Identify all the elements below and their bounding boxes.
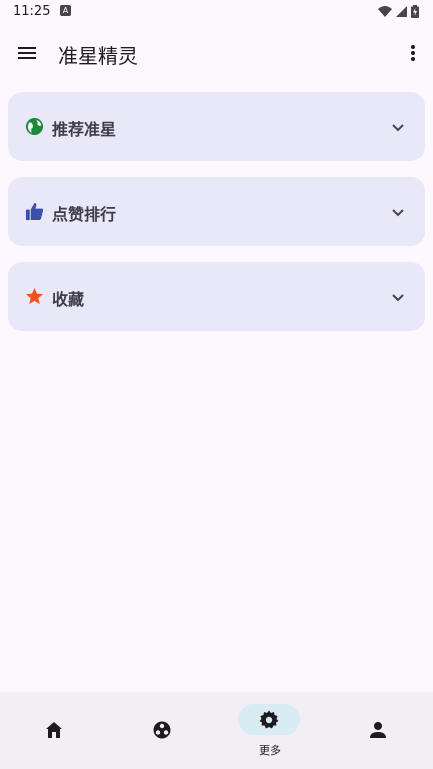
globe-icon [25,117,44,136]
thumb-up-icon [25,202,44,221]
notification-icon: A [60,5,71,16]
section-favorites[interactable]: 收藏 [8,262,425,331]
person-icon [370,722,386,738]
menu-icon[interactable] [16,42,38,64]
nav-active-indicator [238,704,300,735]
chevron-down-icon[interactable] [391,205,405,219]
crosshair-icon [153,721,171,739]
nav-item-crosshair[interactable] [108,692,216,769]
status-bar: 11:25 A [0,0,433,24]
bottom-nav: 更多 [0,692,433,769]
section-label: 推荐准星 [52,120,117,139]
battery-icon [411,5,419,18]
more-vert-icon[interactable] [409,42,417,64]
gear-icon [259,710,279,729]
chevron-down-icon[interactable] [391,120,405,134]
app-title: 准星精灵 [58,44,138,68]
nav-item-home[interactable] [0,692,108,769]
app-bar: 准星精灵 [0,28,433,80]
wifi-icon [378,6,392,17]
nav-item-more[interactable]: 更多 [216,692,324,769]
section-likes-ranking[interactable]: 点赞排行 [8,177,425,246]
signal-icon [396,6,407,17]
nav-label-more: 更多 [259,744,281,757]
section-label: 点赞排行 [52,205,117,224]
star-icon [25,287,44,305]
status-icons [378,5,419,18]
status-time: 11:25 [13,4,51,19]
nav-item-profile[interactable] [324,692,432,769]
section-recommended[interactable]: 推荐准星 [8,92,425,161]
home-icon [46,722,62,738]
section-label: 收藏 [52,290,85,309]
chevron-down-icon[interactable] [391,290,405,304]
